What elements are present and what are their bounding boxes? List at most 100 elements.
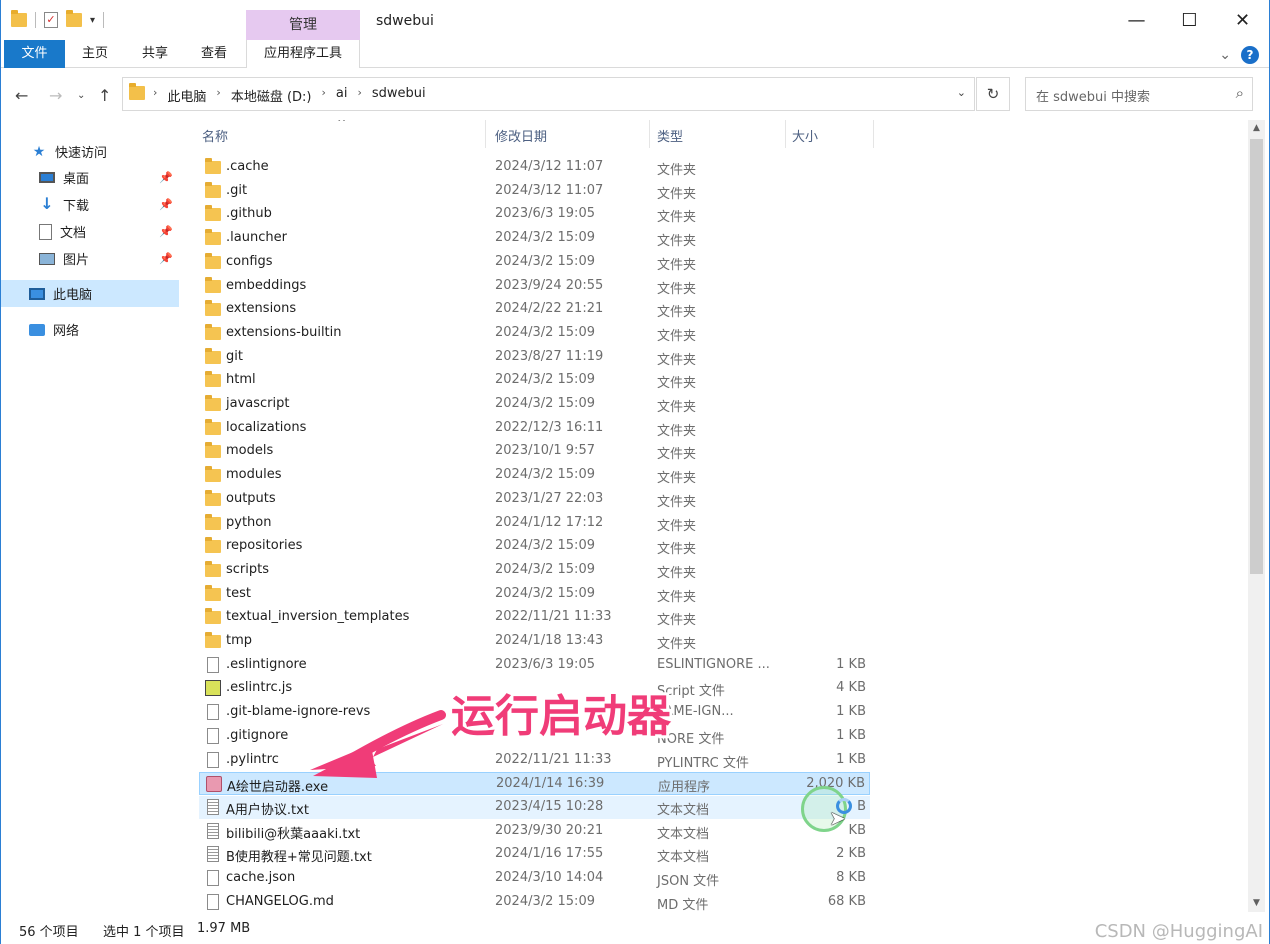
picture-icon xyxy=(39,252,55,265)
tab-file[interactable]: 文件 xyxy=(4,40,65,68)
sort-ascending-icon: ^ xyxy=(337,120,347,129)
chevron-right-icon[interactable]: › xyxy=(357,86,361,105)
file-date: 2024/3/2 15:09 xyxy=(495,893,595,909)
file-row[interactable]: extensions-builtin 2024/3/2 15:09 文件夹 xyxy=(199,322,870,345)
file-date: 2024/2/22 21:21 xyxy=(495,301,604,317)
chevron-right-icon[interactable]: › xyxy=(216,86,220,105)
nav-this-pc[interactable]: 此电脑 xyxy=(1,280,179,307)
file-row[interactable]: A绘世启动器.exe 2024/1/14 16:39 应用程序 2,020 KB xyxy=(199,772,870,796)
scrollbar-thumb[interactable] xyxy=(1250,139,1263,574)
column-date[interactable]: 修改日期 xyxy=(495,126,547,145)
file-row[interactable]: tmp 2024/1/18 13:43 文件夹 xyxy=(199,630,870,653)
maximize-button[interactable]: ☐ xyxy=(1163,0,1216,42)
nav-network[interactable]: 网络 xyxy=(1,316,179,343)
file-size: 4 KB xyxy=(836,680,866,696)
column-type[interactable]: 类型 xyxy=(657,126,683,145)
ribbon-right-controls: ⌄ ? xyxy=(1219,46,1259,64)
new-folder-icon[interactable] xyxy=(66,10,82,27)
qat-customize-icon[interactable]: ▾ xyxy=(90,15,95,26)
column-divider[interactable] xyxy=(485,120,486,148)
file-name: .cache xyxy=(226,159,269,174)
file-row[interactable]: extensions 2024/2/22 21:21 文件夹 xyxy=(199,298,870,321)
file-row[interactable]: .git 2024/3/12 11:07 文件夹 xyxy=(199,180,870,203)
breadcrumb-this-pc[interactable]: 此电脑 xyxy=(167,86,206,105)
column-divider[interactable] xyxy=(785,120,786,148)
back-icon[interactable]: ← xyxy=(15,86,28,105)
scroll-down-icon[interactable]: ▼ xyxy=(1248,895,1265,912)
file-row[interactable]: scripts 2024/3/2 15:09 文件夹 xyxy=(199,559,870,582)
file-row[interactable]: bilibili@秋葉aaaki.txt 2023/9/30 20:21 文本文档 K… xyxy=(199,820,870,843)
up-icon[interactable]: ↑ xyxy=(98,86,111,105)
nav-documents[interactable]: 文档 📌 xyxy=(1,218,179,245)
breadcrumb-ai[interactable]: ai xyxy=(336,86,348,105)
file-name: .gitignore xyxy=(226,727,289,743)
refresh-button[interactable]: ↻ xyxy=(976,77,1010,111)
column-divider[interactable] xyxy=(873,120,874,148)
scroll-up-icon[interactable]: ▲ xyxy=(1248,120,1265,137)
file-row[interactable]: outputs 2023/1/27 22:03 文件夹 xyxy=(199,488,870,511)
file-row[interactable]: html 2024/3/2 15:09 文件夹 xyxy=(199,369,870,392)
search-placeholder: 在 sdwebui 中搜索 xyxy=(1036,90,1151,105)
properties-icon[interactable]: ✓ xyxy=(44,12,58,28)
search-icon[interactable]: ⌕ xyxy=(1236,84,1244,102)
folder-icon xyxy=(129,83,145,100)
chevron-right-icon[interactable]: › xyxy=(322,86,326,105)
file-row[interactable]: javascript 2024/3/2 15:09 文件夹 xyxy=(199,393,870,416)
file-type: 文件夹 xyxy=(657,234,697,250)
nav-desktop[interactable]: 桌面 📌 xyxy=(1,164,179,191)
ribbon-expand-icon[interactable]: ⌄ xyxy=(1219,47,1231,63)
file-name: configs xyxy=(226,253,273,269)
nav-downloads[interactable]: ↓ 下载 📌 xyxy=(1,191,179,218)
address-row: ← → ⌄ ↑ › 此电脑 › 本地磁盘 (D:) › ai › sdwebui… xyxy=(1,68,1269,120)
file-row[interactable]: B使用教程+常见问题.txt 2024/1/16 17:55 文本文档 2 KB xyxy=(199,843,870,866)
search-input[interactable]: 在 sdwebui 中搜索 ⌕ xyxy=(1025,77,1253,111)
file-row[interactable]: textual_inversion_templates 2022/11/21 11… xyxy=(199,606,870,629)
column-name[interactable]: 名称 xyxy=(202,126,228,145)
vertical-scrollbar[interactable]: ▲ ▼ xyxy=(1248,120,1265,912)
tab-share[interactable]: 共享 xyxy=(131,40,179,68)
file-date: 2024/3/2 15:09 xyxy=(495,396,595,411)
file-row[interactable]: .pylintrc 2022/11/21 11:33 PYLINTRC 文件 1 KB xyxy=(199,749,870,772)
file-row[interactable]: localizations 2022/12/3 16:11 文件夹 xyxy=(199,417,870,440)
breadcrumb-drive[interactable]: 本地磁盘 (D:) xyxy=(231,86,312,105)
file-row[interactable]: repositories 2024/3/2 15:09 文件夹 xyxy=(199,535,870,558)
forward-icon[interactable]: → xyxy=(49,86,62,105)
file-date: 2024/3/2 15:09 xyxy=(495,467,595,483)
breadcrumb-sdwebui[interactable]: sdwebui xyxy=(372,86,426,105)
file-row[interactable]: cache.json 2024/3/10 14:04 JSON 文件 8 KB xyxy=(199,867,870,890)
nav-label: 下载 xyxy=(63,199,90,214)
file-row[interactable]: .eslintignore 2023/6/3 19:05 ESLINTIGNORE … xyxy=(199,654,870,677)
file-row[interactable]: .launcher 2024/3/2 15:09 文件夹 xyxy=(199,227,870,250)
file-row[interactable]: embeddings 2023/9/24 20:55 文件夹 xyxy=(199,275,870,298)
nav-label: 图片 xyxy=(63,253,90,268)
tab-home[interactable]: 主页 xyxy=(71,40,119,68)
nav-pictures[interactable]: 图片 📌 xyxy=(1,245,179,272)
nav-quick-access[interactable]: ★ 快速访问 xyxy=(1,138,179,165)
tab-view[interactable]: 查看 xyxy=(190,40,238,68)
close-button[interactable]: ✕ xyxy=(1216,0,1269,42)
help-icon[interactable]: ? xyxy=(1241,46,1259,64)
nav-label: 快速访问 xyxy=(55,146,108,161)
minimize-button[interactable]: — xyxy=(1110,0,1163,42)
file-row[interactable]: configs 2024/3/2 15:09 文件夹 xyxy=(199,251,870,274)
watermark: CSDN @HuggingAI xyxy=(1094,921,1263,942)
file-row[interactable]: CHANGELOG.md 2024/3/2 15:09 MD 文件 68 KB xyxy=(199,891,870,912)
file-row[interactable]: models 2023/10/1 9:57 文件夹 xyxy=(199,440,870,463)
file-row[interactable]: A用户协议.txt 2023/4/15 10:28 文本文档 B xyxy=(199,795,870,819)
column-size[interactable]: 大小 xyxy=(792,126,818,145)
manage-tab[interactable]: 管理 xyxy=(246,10,360,40)
file-row[interactable]: .github 2023/6/3 19:05 文件夹 xyxy=(199,203,870,226)
file-row[interactable]: python 2024/1/12 17:12 文件夹 xyxy=(199,512,870,535)
address-bar[interactable]: › 此电脑 › 本地磁盘 (D:) › ai › sdwebui ⌄ xyxy=(122,77,975,111)
file-row[interactable]: git 2023/8/27 11:19 文件夹 xyxy=(199,346,870,369)
recent-locations-icon[interactable]: ⌄ xyxy=(77,90,85,101)
explorer-window: ✓ ▾ 管理 sdwebui — ☐ ✕ 文件 主页 共享 查看 应用程序工具 … xyxy=(0,0,1270,944)
file-row[interactable]: test 2024/3/2 15:09 文件夹 xyxy=(199,583,870,606)
chevron-down-icon[interactable]: ⌄ xyxy=(957,86,966,99)
file-row[interactable]: modules 2024/3/2 15:09 文件夹 xyxy=(199,464,870,487)
column-divider[interactable] xyxy=(649,120,650,148)
tab-app-tools[interactable]: 应用程序工具 xyxy=(246,40,360,68)
chevron-right-icon[interactable]: › xyxy=(153,86,157,105)
folder-icon xyxy=(205,442,221,459)
file-row[interactable]: .cache 2024/3/12 11:07 文件夹 xyxy=(199,156,870,179)
